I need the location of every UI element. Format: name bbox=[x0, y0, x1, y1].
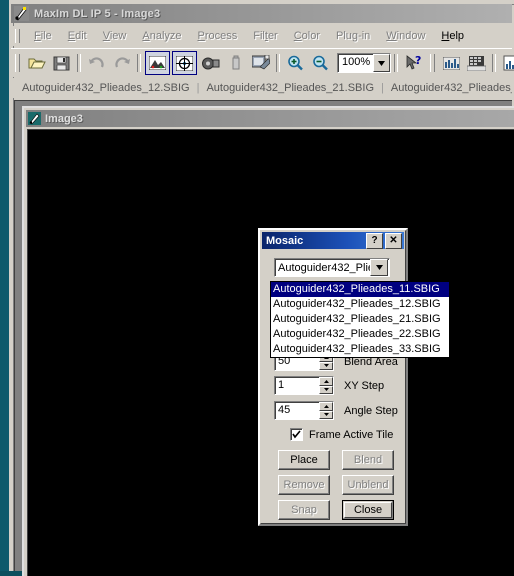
application-title-text: MaxIm DL IP 5 - Image3 bbox=[34, 7, 161, 20]
zoom-in-icon[interactable] bbox=[284, 52, 307, 74]
snap-button[interactable]: Snap bbox=[278, 500, 330, 520]
toolbar-separator-1 bbox=[77, 54, 81, 72]
menu-bar: File Edit View Analyze Process Filter Co… bbox=[11, 26, 512, 46]
xy-step-row: 1 XY Step bbox=[274, 376, 402, 395]
tile-select-combo[interactable]: Autoguider432_Pliea bbox=[274, 258, 390, 277]
menu-edit[interactable]: Edit bbox=[60, 28, 95, 44]
zoom-level-combo[interactable]: 100% bbox=[337, 53, 391, 73]
maxim-app-icon bbox=[14, 6, 29, 21]
image-window-title-text: Image3 bbox=[45, 112, 83, 125]
close-icon[interactable]: ✕ bbox=[385, 232, 402, 249]
open-files-strip: Autoguider432_Plieades_12.SBIG | Autogui… bbox=[11, 78, 512, 98]
menu-plugin[interactable]: Plug-in bbox=[328, 28, 378, 44]
svg-text:?: ? bbox=[415, 55, 421, 67]
remove-button[interactable]: Remove bbox=[278, 475, 330, 495]
camera-icon[interactable] bbox=[224, 52, 247, 74]
toolbar-separator-3 bbox=[276, 54, 280, 72]
file-strip-separator-1: | bbox=[196, 82, 200, 94]
mosaic-title-text: Mosaic bbox=[266, 234, 304, 247]
list-item[interactable]: Autoguider432_Plieades_11.SBIG bbox=[271, 282, 449, 297]
menu-process[interactable]: Process bbox=[190, 28, 246, 44]
graph-icon[interactable] bbox=[440, 52, 463, 74]
angle-step-spin-down[interactable] bbox=[319, 410, 333, 419]
screen-stretch-icon[interactable] bbox=[145, 51, 170, 75]
xy-step-value: 1 bbox=[278, 379, 285, 391]
close-button[interactable]: Close bbox=[342, 500, 394, 520]
toolbar-drag-handle[interactable] bbox=[15, 54, 20, 72]
image-window-title-bar[interactable]: Image3 bbox=[26, 110, 514, 127]
crosshair-icon[interactable] bbox=[172, 51, 197, 75]
angle-step-row: 45 Angle Step bbox=[274, 401, 402, 420]
file-strip-item-3[interactable]: Autoguider432_Plieades_22.SBI bbox=[389, 82, 512, 94]
file-strip-separator-2: | bbox=[381, 82, 384, 94]
chevron-down-icon[interactable] bbox=[370, 259, 388, 276]
image-doc-icon bbox=[28, 112, 41, 125]
undo-icon[interactable] bbox=[85, 52, 108, 74]
mosaic-dialog: Mosaic ? ✕ Autoguider432_Pliea 50 Blend … bbox=[258, 228, 408, 526]
context-help-icon[interactable]: ? bbox=[402, 52, 425, 74]
mosaic-title-bar[interactable]: Mosaic ? ✕ bbox=[262, 232, 404, 249]
unblend-button[interactable]: Unblend bbox=[342, 475, 394, 495]
angle-step-label: Angle Step bbox=[344, 404, 398, 417]
menu-filter[interactable]: Filter bbox=[245, 28, 285, 44]
list-item[interactable]: Autoguider432_Plieades_21.SBIG bbox=[271, 312, 449, 327]
menu-file[interactable]: File bbox=[26, 28, 60, 44]
xy-step-spin-down[interactable] bbox=[319, 385, 333, 394]
angle-step-stepper[interactable]: 45 bbox=[274, 401, 334, 420]
frame-active-tile-row[interactable]: Frame Active Tile bbox=[290, 428, 393, 441]
toolbar-separator-4 bbox=[394, 54, 398, 72]
zoom-level-value: 100% bbox=[342, 56, 371, 68]
filter-wheel-icon[interactable] bbox=[199, 52, 222, 74]
save-icon[interactable] bbox=[50, 52, 73, 74]
close-button-label: Close bbox=[353, 504, 383, 516]
pixel-table-icon[interactable] bbox=[465, 52, 488, 74]
angle-step-spin-up[interactable] bbox=[319, 402, 333, 411]
zoom-level-dropdown-arrow[interactable] bbox=[373, 54, 390, 72]
toolbar-drag-handle-2[interactable] bbox=[430, 54, 435, 72]
menu-help[interactable]: Help bbox=[433, 28, 472, 44]
blend-area-spin-down[interactable] bbox=[319, 361, 333, 370]
redo-icon[interactable] bbox=[110, 52, 133, 74]
toolbar-separator-5 bbox=[492, 54, 496, 72]
xy-step-stepper[interactable]: 1 bbox=[274, 376, 334, 395]
menu-color[interactable]: Color bbox=[286, 28, 328, 44]
histogram-icon[interactable] bbox=[500, 52, 514, 74]
screen-capture-icon[interactable] bbox=[249, 52, 272, 74]
menu-view[interactable]: View bbox=[95, 28, 135, 44]
angle-step-spin-buttons[interactable] bbox=[319, 402, 333, 419]
place-button[interactable]: Place bbox=[278, 450, 330, 470]
xy-step-spin-up[interactable] bbox=[319, 377, 333, 386]
toolbar-separator-2 bbox=[137, 54, 141, 72]
angle-step-value: 45 bbox=[278, 404, 291, 416]
list-item[interactable]: Autoguider432_Plieades_12.SBIG bbox=[271, 297, 449, 312]
xy-step-spin-buttons[interactable] bbox=[319, 377, 333, 394]
list-item[interactable]: Autoguider432_Plieades_33.SBIG bbox=[271, 342, 449, 357]
blend-button[interactable]: Blend bbox=[342, 450, 394, 470]
menubar-drag-handle[interactable] bbox=[15, 29, 20, 43]
menu-window[interactable]: Window bbox=[378, 28, 433, 44]
zoom-out-icon[interactable] bbox=[309, 52, 332, 74]
file-strip-item-1[interactable]: Autoguider432_Plieades_12.SBIG bbox=[20, 82, 192, 94]
main-toolbar: 100% ? bbox=[11, 48, 514, 77]
xy-step-label: XY Step bbox=[344, 379, 385, 392]
menu-analyze[interactable]: Analyze bbox=[134, 28, 189, 44]
help-button[interactable]: ? bbox=[366, 232, 383, 249]
list-item[interactable]: Autoguider432_Plieades_22.SBIG bbox=[271, 327, 449, 342]
frame-active-tile-label: Frame Active Tile bbox=[309, 428, 394, 441]
tile-select-combo-value: Autoguider432_Pliea bbox=[278, 261, 370, 274]
application-title-bar[interactable]: MaxIm DL IP 5 - Image3 bbox=[11, 4, 512, 23]
open-icon[interactable] bbox=[25, 52, 48, 74]
frame-active-tile-checkbox[interactable] bbox=[290, 428, 303, 441]
file-strip-item-2[interactable]: Autoguider432_Plieades_21.SBIG bbox=[204, 82, 376, 94]
tile-select-dropdown-list[interactable]: Autoguider432_Plieades_11.SBIG Autoguide… bbox=[270, 281, 450, 358]
